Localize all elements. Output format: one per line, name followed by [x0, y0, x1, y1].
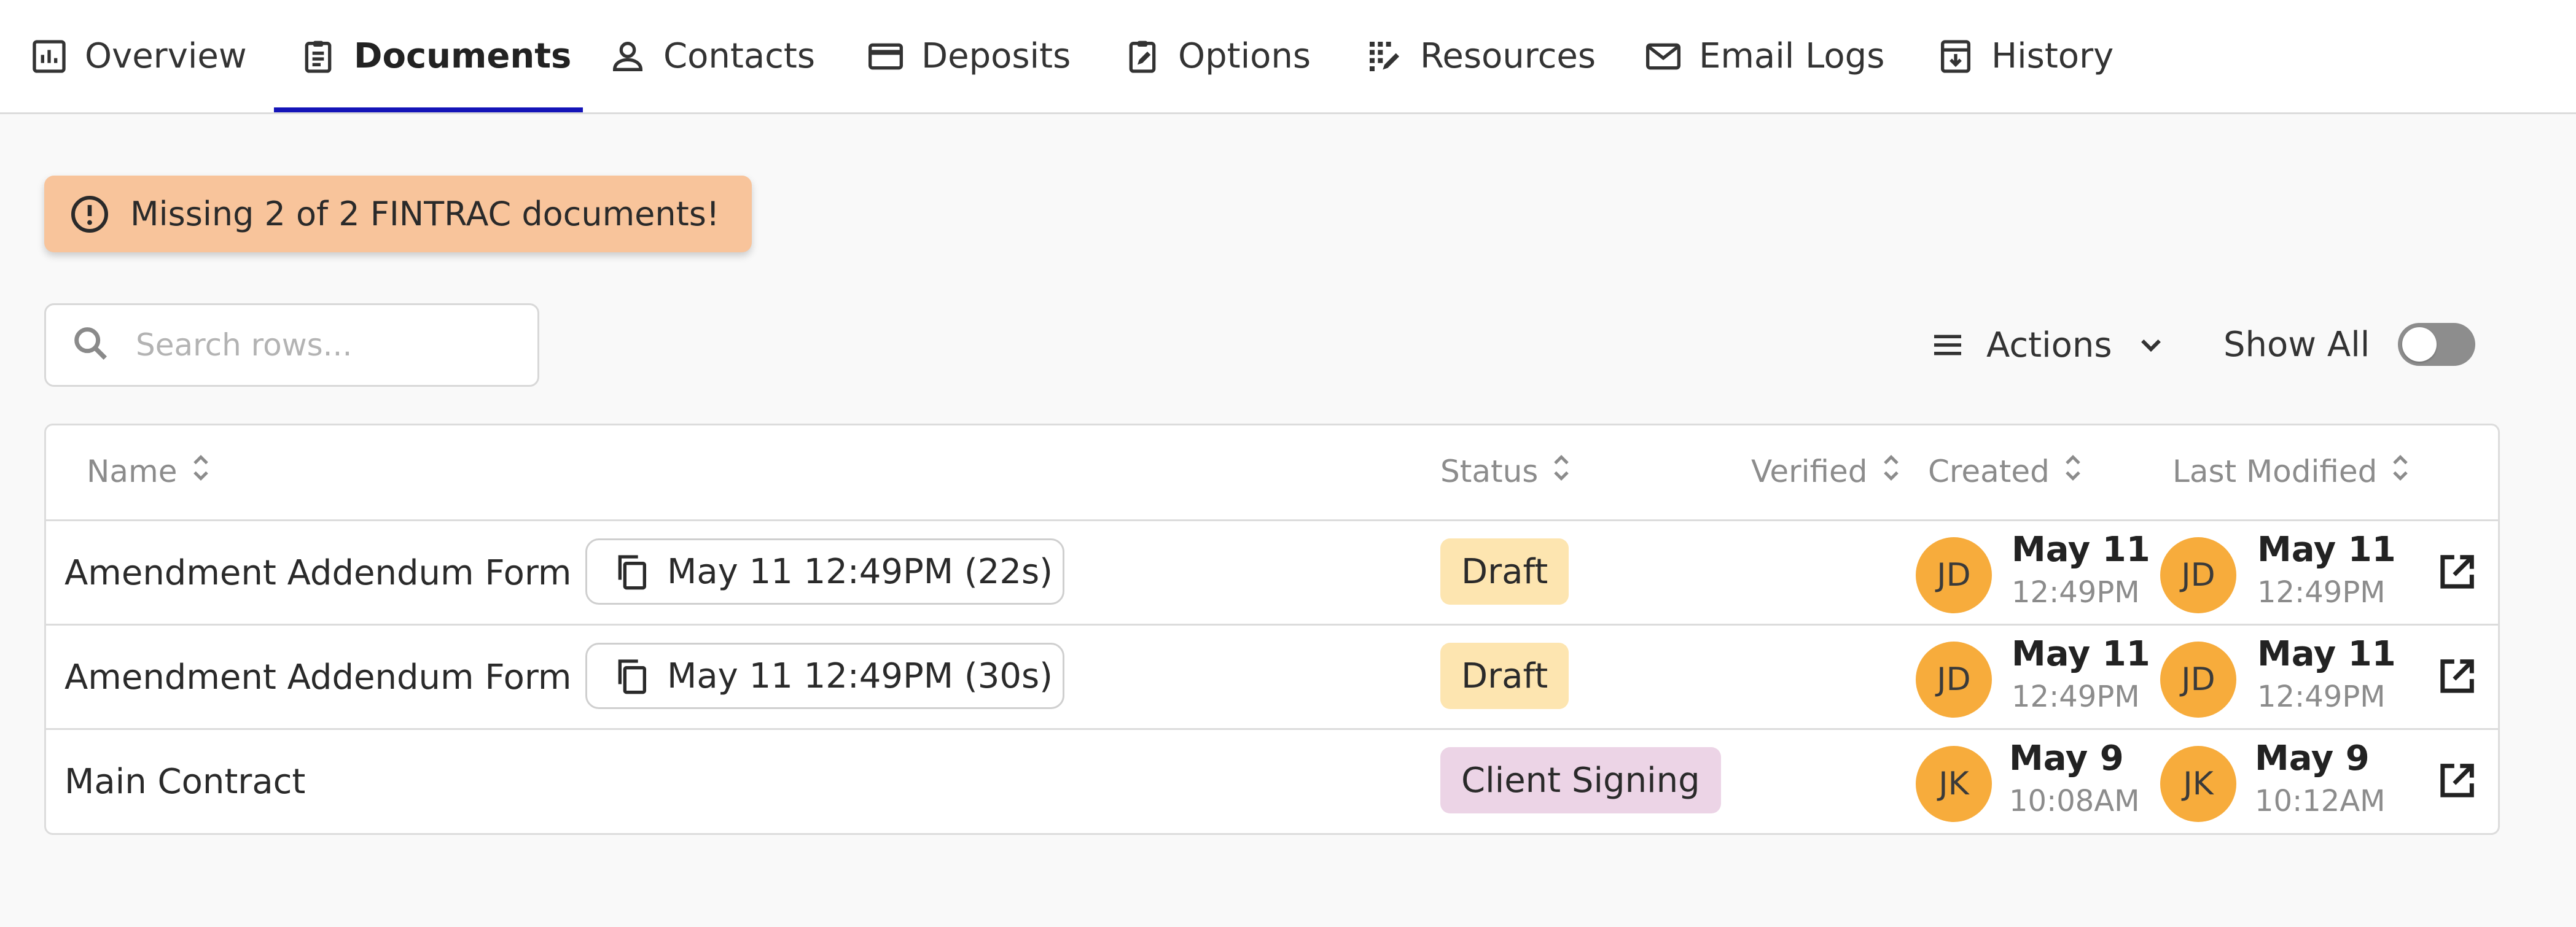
clipboard-icon — [299, 37, 338, 76]
table-header: Name Status Verified Created Last Modifi… — [46, 425, 2498, 521]
menu-icon — [1927, 325, 1968, 365]
tab-bar: Overview Documents Contacts Deposits Opt… — [0, 0, 2576, 114]
version-chip[interactable]: May 11 12:49PM (30s) — [585, 643, 1064, 709]
avatar: JD — [1916, 642, 1992, 718]
tab-label: Deposits — [921, 36, 1071, 76]
alert-text: Missing 2 of 2 FINTRAC documents! — [130, 195, 720, 233]
tab-resources[interactable]: Resources — [1365, 0, 1596, 112]
avatar: JK — [2160, 746, 2236, 822]
search-box[interactable] — [44, 303, 539, 387]
missing-documents-alert: Missing 2 of 2 FINTRAC documents! — [44, 176, 752, 252]
column-header-created[interactable]: Created — [1928, 450, 2085, 493]
column-header-last-modified[interactable]: Last Modified — [2172, 450, 2413, 493]
status-badge: Draft — [1440, 643, 1569, 709]
tab-overview[interactable]: Overview — [29, 0, 247, 112]
tab-deposits[interactable]: Deposits — [866, 0, 1071, 112]
created-date: May 11 — [2012, 634, 2150, 674]
sort-icon — [1879, 449, 1903, 494]
tab-options[interactable]: Options — [1123, 0, 1311, 112]
tab-label: Resources — [1420, 36, 1596, 76]
version-label: May 11 12:49PM (30s) — [667, 656, 1053, 696]
tab-label: History — [1991, 36, 2114, 76]
copy-icon — [612, 654, 651, 698]
modified-time: 10:12AM — [2255, 784, 2386, 818]
tab-label: Contacts — [663, 36, 816, 76]
open-in-new-icon[interactable] — [2433, 549, 2480, 596]
clipboard-edit-icon — [1123, 37, 1162, 76]
documents-table: Name Status Verified Created Last Modifi… — [44, 424, 2500, 835]
table-row[interactable]: Amendment Addendum Form May 11 12:49PM (… — [46, 626, 2498, 730]
column-header-status[interactable]: Status — [1440, 450, 1574, 493]
version-label: May 11 12:49PM (22s) — [667, 551, 1053, 592]
sort-icon — [189, 449, 213, 494]
document-name: Amendment Addendum Form — [64, 657, 572, 697]
created-date: May 9 — [2009, 739, 2124, 778]
document-name: Main Contract — [64, 762, 306, 802]
tab-label: Documents — [354, 36, 572, 76]
version-chip[interactable]: May 11 12:49PM (22s) — [585, 538, 1064, 605]
bar-chart-icon — [29, 37, 69, 76]
tab-contacts[interactable]: Contacts — [608, 0, 815, 112]
column-header-verified[interactable]: Verified — [1751, 450, 1903, 493]
avatar: JK — [1916, 746, 1992, 822]
tab-history[interactable]: History — [1936, 0, 2113, 112]
sort-icon — [2061, 449, 2085, 494]
tab-label: Overview — [85, 36, 247, 76]
status-badge: Client Signing — [1440, 747, 1721, 813]
actions-menu-button[interactable]: Actions — [1927, 320, 2171, 370]
modified-time: 12:49PM — [2257, 680, 2386, 714]
search-input[interactable] — [135, 327, 505, 363]
search-icon — [69, 322, 112, 368]
tab-documents[interactable]: Documents — [299, 0, 571, 112]
avatar: JD — [1916, 537, 1992, 613]
created-date: May 11 — [2012, 530, 2150, 570]
copy-icon — [612, 549, 651, 594]
table-row[interactable]: Amendment Addendum Form May 11 12:49PM (… — [46, 521, 2498, 626]
avatar: JD — [2160, 537, 2236, 613]
tab-label: Email Logs — [1699, 36, 1885, 76]
tab-label: Options — [1178, 36, 1311, 76]
avatar: JD — [2160, 642, 2236, 718]
sort-icon — [2388, 449, 2413, 494]
modified-date: May 11 — [2257, 634, 2396, 674]
column-header-name[interactable]: Name — [87, 450, 213, 493]
mail-icon — [1644, 37, 1683, 76]
open-in-new-icon[interactable] — [2433, 758, 2480, 805]
created-time: 10:08AM — [2009, 784, 2140, 818]
modified-time: 12:49PM — [2257, 575, 2386, 610]
sort-icon — [1549, 449, 1574, 494]
modified-date: May 9 — [2255, 739, 2370, 778]
actions-label: Actions — [1986, 325, 2112, 365]
exclamation-circle-icon — [68, 192, 112, 236]
archive-download-icon — [1936, 37, 1975, 76]
tab-email-logs[interactable]: Email Logs — [1644, 0, 1884, 112]
open-in-new-icon[interactable] — [2433, 654, 2480, 700]
grid-edit-icon — [1365, 37, 1404, 76]
person-icon — [608, 37, 647, 76]
credit-card-icon — [866, 37, 905, 76]
table-row[interactable]: Main Contract Client Signing JK May 9 10… — [46, 730, 2498, 833]
status-badge: Draft — [1440, 538, 1569, 605]
show-all-toggle[interactable] — [2398, 323, 2475, 366]
toggle-knob — [2402, 327, 2437, 362]
chevron-down-icon — [2131, 325, 2171, 365]
modified-date: May 11 — [2257, 530, 2396, 570]
active-tab-indicator — [274, 107, 583, 112]
created-time: 12:49PM — [2012, 575, 2140, 610]
document-name: Amendment Addendum Form — [64, 553, 572, 593]
created-time: 12:49PM — [2012, 680, 2140, 714]
show-all-label: Show All — [2223, 325, 2370, 365]
